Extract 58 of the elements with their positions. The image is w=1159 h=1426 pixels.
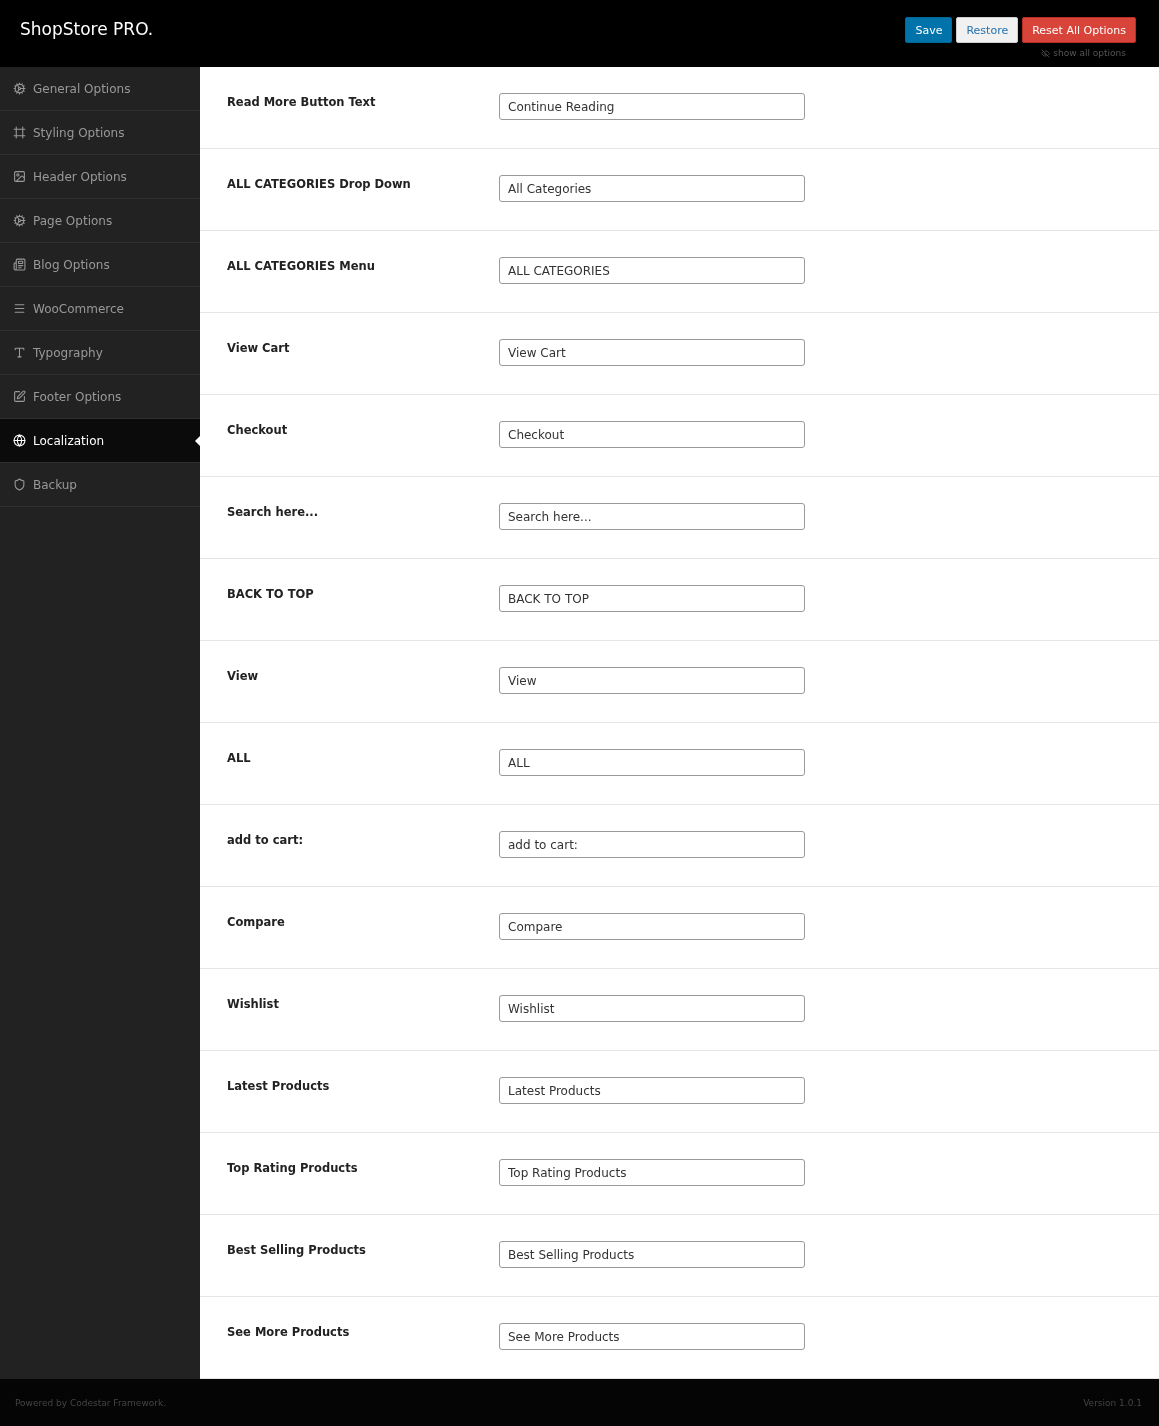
image-icon <box>13 170 26 183</box>
pen-square-icon <box>13 390 26 403</box>
app-title: ShopStore PRO. <box>20 19 154 39</box>
field-label: ALL CATEGORIES Drop Down <box>227 177 412 193</box>
input-field[interactable]: BACK TO TOP <box>499 585 805 612</box>
sidebar-item-label: Blog Options <box>33 257 110 272</box>
globe-icon <box>13 434 26 447</box>
sidebar-item-label: WooCommerce <box>33 301 124 316</box>
input-field[interactable]: Checkout <box>499 421 805 448</box>
input-field[interactable]: Compare <box>499 913 805 940</box>
restore-button[interactable]: Restore <box>956 17 1019 43</box>
sidebar-item-label: Backup <box>33 477 77 492</box>
input-field[interactable]: Top Rating Products <box>499 1159 805 1186</box>
field-label: View Cart <box>227 341 291 357</box>
sidebar-item-label: Typography <box>33 345 103 360</box>
sidebar-item-label: Page Options <box>33 213 113 228</box>
field-label: BACK TO TOP <box>227 587 315 603</box>
newspaper-icon <box>13 258 26 271</box>
sidebar-item[interactable]: Localization <box>0 419 200 463</box>
input-field[interactable]: See More Products <box>499 1323 805 1350</box>
input-field[interactable]: Wishlist <box>499 995 805 1022</box>
field-label: Compare <box>227 915 286 931</box>
footer-credit: Powered by Codestar Framework. <box>15 1397 167 1408</box>
sidebar-item-label: Header Options <box>33 169 127 184</box>
frame-icon <box>13 126 26 139</box>
field-label: ALL CATEGORIES Menu <box>227 259 376 275</box>
field-label: add to cart: <box>227 833 304 849</box>
field-label: Latest Products <box>227 1079 331 1095</box>
field-label: View <box>227 669 260 685</box>
version-label: Version 1.0.1 <box>1083 1397 1142 1408</box>
input-field[interactable]: View Cart <box>499 339 805 366</box>
input-field[interactable]: View <box>499 667 805 694</box>
field-label: See More Products <box>227 1325 351 1341</box>
input-field[interactable]: add to cart: <box>499 831 805 858</box>
shield-icon <box>13 478 26 491</box>
sidebar-item-label: Localization <box>33 433 105 448</box>
input-field[interactable]: ALL <box>499 749 805 776</box>
eye-slash-icon <box>1041 48 1051 58</box>
input-field[interactable]: Continue Reading <box>499 93 805 120</box>
reset-button[interactable]: Reset All Options <box>1022 17 1136 43</box>
menu-icon <box>13 302 26 315</box>
input-field[interactable]: ALL CATEGORIES <box>499 257 805 284</box>
field-label: Best Selling Products <box>227 1243 367 1259</box>
input-field[interactable]: Latest Products <box>499 1077 805 1104</box>
letter-icon <box>13 346 26 359</box>
sidebar-item-label: Footer Options <box>33 389 122 404</box>
field-label: Wishlist <box>227 997 280 1013</box>
save-button[interactable]: Save <box>905 17 953 43</box>
field-label: Search here... <box>227 505 320 521</box>
input-field[interactable]: All Categories <box>499 175 805 202</box>
input-field[interactable]: Best Selling Products <box>499 1241 805 1268</box>
sidebar-item-label: Styling Options <box>33 125 125 140</box>
sidebar-item-label: General Options <box>33 81 131 96</box>
input-field[interactable]: Search here... <box>499 503 805 530</box>
field-label: ALL <box>227 751 252 767</box>
field-label: Read More Button Text <box>227 95 377 111</box>
field-label: Top Rating Products <box>227 1161 359 1177</box>
field-label: Checkout <box>227 423 289 439</box>
